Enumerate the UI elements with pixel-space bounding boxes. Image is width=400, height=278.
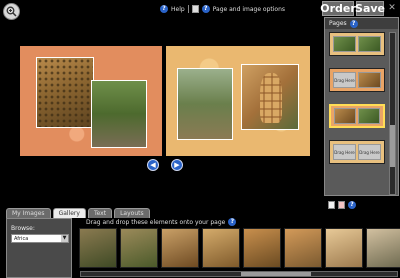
thumb-slot	[358, 72, 381, 88]
separator	[187, 5, 189, 13]
browse-selected-value: Africa	[14, 236, 29, 242]
page-thumbnail[interactable]	[329, 32, 385, 56]
pages-panel: Pages ? Drag Here Drag Here Drag Here	[324, 17, 399, 196]
order-button[interactable]: Order	[320, 1, 356, 16]
gallery-image[interactable]	[243, 228, 281, 268]
browse-select[interactable]: Africa ▼	[11, 234, 69, 243]
next-page-button[interactable]: ▶	[171, 159, 183, 171]
gallery-image[interactable]	[202, 228, 240, 268]
photo-zoo-enclosure[interactable]	[177, 68, 233, 140]
pages-scroll-thumb[interactable]	[390, 125, 395, 167]
photo-giraffe[interactable]	[241, 64, 299, 130]
close-icon[interactable]: ✕	[387, 3, 397, 13]
thumb-slot	[358, 36, 381, 52]
photo-zoo-visitors[interactable]	[91, 80, 147, 148]
tab-text[interactable]: Text	[87, 208, 113, 218]
page-thumbnail-selected[interactable]	[329, 104, 385, 128]
pages-list: Drag Here Drag Here Drag Here	[329, 32, 387, 176]
thumb-slot: Drag Here	[333, 72, 356, 88]
page-thumbnail[interactable]: Drag Here Drag Here	[329, 140, 385, 164]
question-icon[interactable]: ?	[348, 201, 356, 209]
add-page-icon[interactable]	[328, 201, 335, 209]
question-icon[interactable]: ?	[228, 218, 237, 226]
zoom-in-icon	[6, 6, 17, 17]
question-icon: ?	[201, 5, 210, 13]
tab-gallery[interactable]: Gallery	[52, 208, 86, 218]
thumb-slot: Drag Here	[333, 144, 356, 160]
pages-header: Pages ?	[325, 18, 398, 29]
zoom-button[interactable]	[3, 3, 20, 20]
thumb-slot	[333, 36, 356, 52]
top-bar: ? Help ? Page and image options	[0, 0, 322, 20]
previous-page-icon: ◀	[150, 161, 156, 169]
page-options-icon	[191, 5, 199, 13]
question-icon[interactable]: ?	[349, 19, 358, 28]
page-actions: ?	[328, 201, 356, 209]
gallery-image[interactable]	[79, 228, 117, 268]
gallery-image[interactable]	[161, 228, 199, 268]
gallery-scroll-thumb[interactable]	[241, 272, 311, 276]
gallery-scrollbar[interactable]	[80, 271, 398, 277]
bottom-tabs: My Images Gallery Text Layouts	[6, 208, 150, 218]
pages-title: Pages	[329, 20, 347, 27]
save-button[interactable]: Save	[355, 1, 385, 16]
gallery-image[interactable]	[366, 228, 400, 268]
help-area: ? Help ? Page and image options	[160, 4, 285, 14]
next-page-icon: ▶	[174, 161, 180, 169]
pages-scrollbar[interactable]	[389, 32, 396, 195]
gallery-image[interactable]	[120, 228, 158, 268]
gallery-image[interactable]	[284, 228, 322, 268]
delete-page-icon[interactable]	[338, 201, 345, 209]
thumb-slot	[334, 108, 356, 124]
browse-label: Browse:	[11, 225, 35, 232]
chevron-down-icon: ▼	[61, 235, 68, 242]
drag-hint: Drag and drop these elements onto your p…	[86, 218, 237, 226]
tab-my-images[interactable]: My Images	[6, 208, 51, 218]
gallery-image[interactable]	[325, 228, 363, 268]
previous-page-button[interactable]: ◀	[147, 159, 159, 171]
page-image-options-link[interactable]: Page and image options	[213, 6, 285, 13]
page-thumbnail[interactable]: Drag Here	[329, 68, 385, 92]
photo-leopard[interactable]	[36, 57, 94, 128]
drag-hint-text: Drag and drop these elements onto your p…	[86, 218, 226, 226]
browse-panel: Browse: Africa ▼	[6, 218, 72, 278]
help-link[interactable]: Help	[171, 6, 185, 13]
tab-layouts[interactable]: Layouts	[114, 208, 150, 218]
thumb-slot: Drag Here	[358, 144, 381, 160]
thumb-slot	[358, 108, 380, 124]
question-icon[interactable]: ?	[160, 5, 168, 13]
